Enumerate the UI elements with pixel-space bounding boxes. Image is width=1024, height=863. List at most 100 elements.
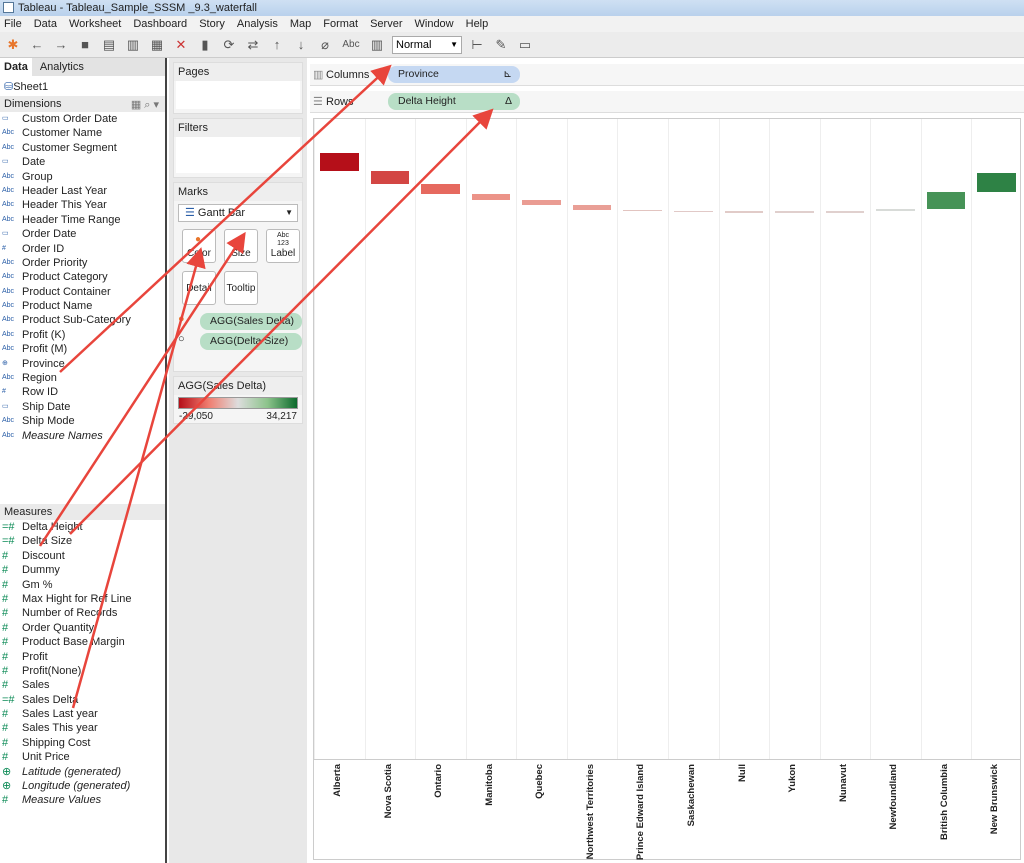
refresh-icon[interactable]: ⟳	[220, 37, 238, 53]
field-item[interactable]: Abc Product Container	[0, 285, 165, 299]
fix-axes-icon[interactable]: ⊢	[468, 37, 486, 53]
detail-button[interactable]: Detail	[182, 271, 216, 305]
field-item[interactable]: ⊕ Longitude (generated)	[0, 779, 165, 793]
field-item[interactable]: Abc Product Category	[0, 270, 165, 284]
gantt-bar[interactable]	[876, 208, 915, 212]
field-item[interactable]: # Dummy	[0, 563, 165, 577]
tooltip-button[interactable]: Tooltip	[224, 271, 258, 305]
field-item[interactable]: # Gm %	[0, 578, 165, 592]
gantt-bar[interactable]	[977, 173, 1016, 192]
field-item[interactable]: ▭ Ship Date	[0, 400, 165, 414]
datasource-item[interactable]: ⛁Sheet1	[0, 76, 165, 96]
new-worksheet-icon[interactable]: ▥	[124, 37, 142, 53]
delta-height-pill[interactable]: Delta Height Δ	[388, 93, 520, 110]
field-item[interactable]: Abc Product Sub-Category	[0, 313, 165, 327]
field-item[interactable]: Abc Customer Name	[0, 126, 165, 140]
delta-size-pill[interactable]: AGG(Delta Size)	[200, 333, 302, 350]
sales-delta-pill[interactable]: AGG(Sales Delta)	[200, 313, 302, 330]
color-button[interactable]: ● Color	[182, 229, 216, 263]
tab-analytics[interactable]: Analytics	[31, 58, 165, 76]
menu-map[interactable]: Map	[290, 16, 311, 32]
field-item[interactable]: # Order ID	[0, 242, 165, 256]
gantt-bar[interactable]	[775, 211, 814, 213]
gantt-bar[interactable]	[572, 205, 612, 210]
menu-analysis[interactable]: Analysis	[237, 16, 278, 32]
fit-select[interactable]: Normal	[392, 35, 462, 54]
field-item[interactable]: # Discount	[0, 549, 165, 563]
gantt-bar[interactable]	[471, 194, 511, 201]
forward-icon[interactable]: →	[52, 37, 70, 53]
gantt-bar[interactable]	[623, 209, 662, 212]
gantt-bar[interactable]	[825, 211, 865, 213]
field-item[interactable]: ▭ Date	[0, 155, 165, 169]
field-item[interactable]: ⊕ Province	[0, 357, 165, 371]
menu-worksheet[interactable]: Worksheet	[69, 16, 121, 32]
pause-updates-icon[interactable]: ▮	[196, 37, 214, 53]
show-me-icon[interactable]: ▥	[368, 37, 386, 53]
field-item[interactable]: Abc Measure Names	[0, 429, 165, 443]
labels-button[interactable]: Abc	[340, 37, 362, 53]
field-item[interactable]: # Shipping Cost	[0, 736, 165, 750]
menu-format[interactable]: Format	[323, 16, 358, 32]
field-item[interactable]: ▭ Custom Order Date	[0, 112, 165, 126]
field-item[interactable]: # Profit(None)	[0, 664, 165, 678]
field-item[interactable]: Abc Region	[0, 371, 165, 385]
gantt-bar[interactable]	[320, 153, 359, 172]
duplicate-sheet-icon[interactable]: ▦	[148, 37, 166, 53]
color-legend[interactable]: AGG(Sales Delta) -29,050 34,217	[173, 376, 303, 424]
rows-shelf[interactable]: ☰ Rows Delta Height Δ	[310, 91, 1024, 113]
size-button[interactable]: ○ Size	[224, 229, 258, 263]
pages-card[interactable]: Pages	[173, 62, 303, 114]
field-item[interactable]: Abc Ship Mode	[0, 414, 165, 428]
field-item[interactable]: # Sales This year	[0, 721, 165, 735]
tableau-logo-icon[interactable]: ✱	[4, 37, 22, 53]
presentation-icon[interactable]: ▭	[516, 37, 534, 53]
tab-data[interactable]: Data	[0, 58, 32, 76]
menu-data[interactable]: Data	[34, 16, 57, 32]
menu-server[interactable]: Server	[370, 16, 402, 32]
new-datasource-icon[interactable]: ▤	[100, 37, 118, 53]
field-item[interactable]: # Number of Records	[0, 606, 165, 620]
gantt-bar[interactable]	[421, 184, 460, 195]
label-button[interactable]: Abc 123 Label	[266, 229, 300, 263]
waterfall-chart[interactable]: Alberta Nova Scotia Ontario Manitoba Quebec N…	[313, 118, 1021, 860]
field-item[interactable]: Abc Header This Year	[0, 198, 165, 212]
field-item[interactable]: ⊕ Latitude (generated)	[0, 765, 165, 779]
swap-icon[interactable]: ⇄	[244, 37, 262, 53]
field-item[interactable]: # Order Quantity	[0, 621, 165, 635]
menu-help[interactable]: Help	[466, 16, 489, 32]
field-item[interactable]: Abc Customer Segment	[0, 141, 165, 155]
field-item[interactable]: =# Sales Delta	[0, 693, 165, 707]
gantt-bar[interactable]	[370, 171, 410, 185]
sort-descending-icon[interactable]: ↓	[292, 37, 310, 53]
field-item[interactable]: # Max Hight for Ref Line	[0, 592, 165, 606]
field-item[interactable]: Abc Profit (K)	[0, 328, 165, 342]
field-item[interactable]: Abc Group	[0, 170, 165, 184]
gantt-bar[interactable]	[674, 210, 713, 213]
back-icon[interactable]: ←	[28, 37, 46, 53]
field-item[interactable]: # Row ID	[0, 385, 165, 399]
field-item[interactable]: Abc Order Priority	[0, 256, 165, 270]
field-item[interactable]: Abc Header Time Range	[0, 213, 165, 227]
field-item[interactable]: ▭ Order Date	[0, 227, 165, 241]
menu-file[interactable]: File	[4, 16, 22, 32]
gantt-bar[interactable]	[926, 191, 966, 209]
field-item[interactable]: # Product Base Margin	[0, 635, 165, 649]
menu-story[interactable]: Story	[199, 16, 225, 32]
field-item[interactable]: Abc Product Name	[0, 299, 165, 313]
search-icon[interactable]: ▦ ⌕ ▾	[131, 98, 159, 112]
clear-sheet-icon[interactable]: ✕	[172, 37, 190, 53]
field-item[interactable]: # Measure Values	[0, 793, 165, 807]
gantt-bar[interactable]	[724, 211, 764, 213]
menu-dashboard[interactable]: Dashboard	[133, 16, 187, 32]
mark-type-select[interactable]: ☰ Gantt Bar ▼	[178, 204, 298, 222]
highlight-icon[interactable]: ✎	[492, 37, 510, 53]
field-item[interactable]: # Sales Last year	[0, 707, 165, 721]
field-item[interactable]: Abc Header Last Year	[0, 184, 165, 198]
menu-window[interactable]: Window	[415, 16, 454, 32]
field-item[interactable]: # Sales	[0, 678, 165, 692]
columns-shelf[interactable]: ▥ Columns Province ⊾	[310, 64, 1024, 86]
save-icon[interactable]: ■	[76, 37, 94, 53]
province-pill[interactable]: Province ⊾	[388, 66, 520, 83]
field-item[interactable]: =# Delta Height	[0, 520, 165, 534]
